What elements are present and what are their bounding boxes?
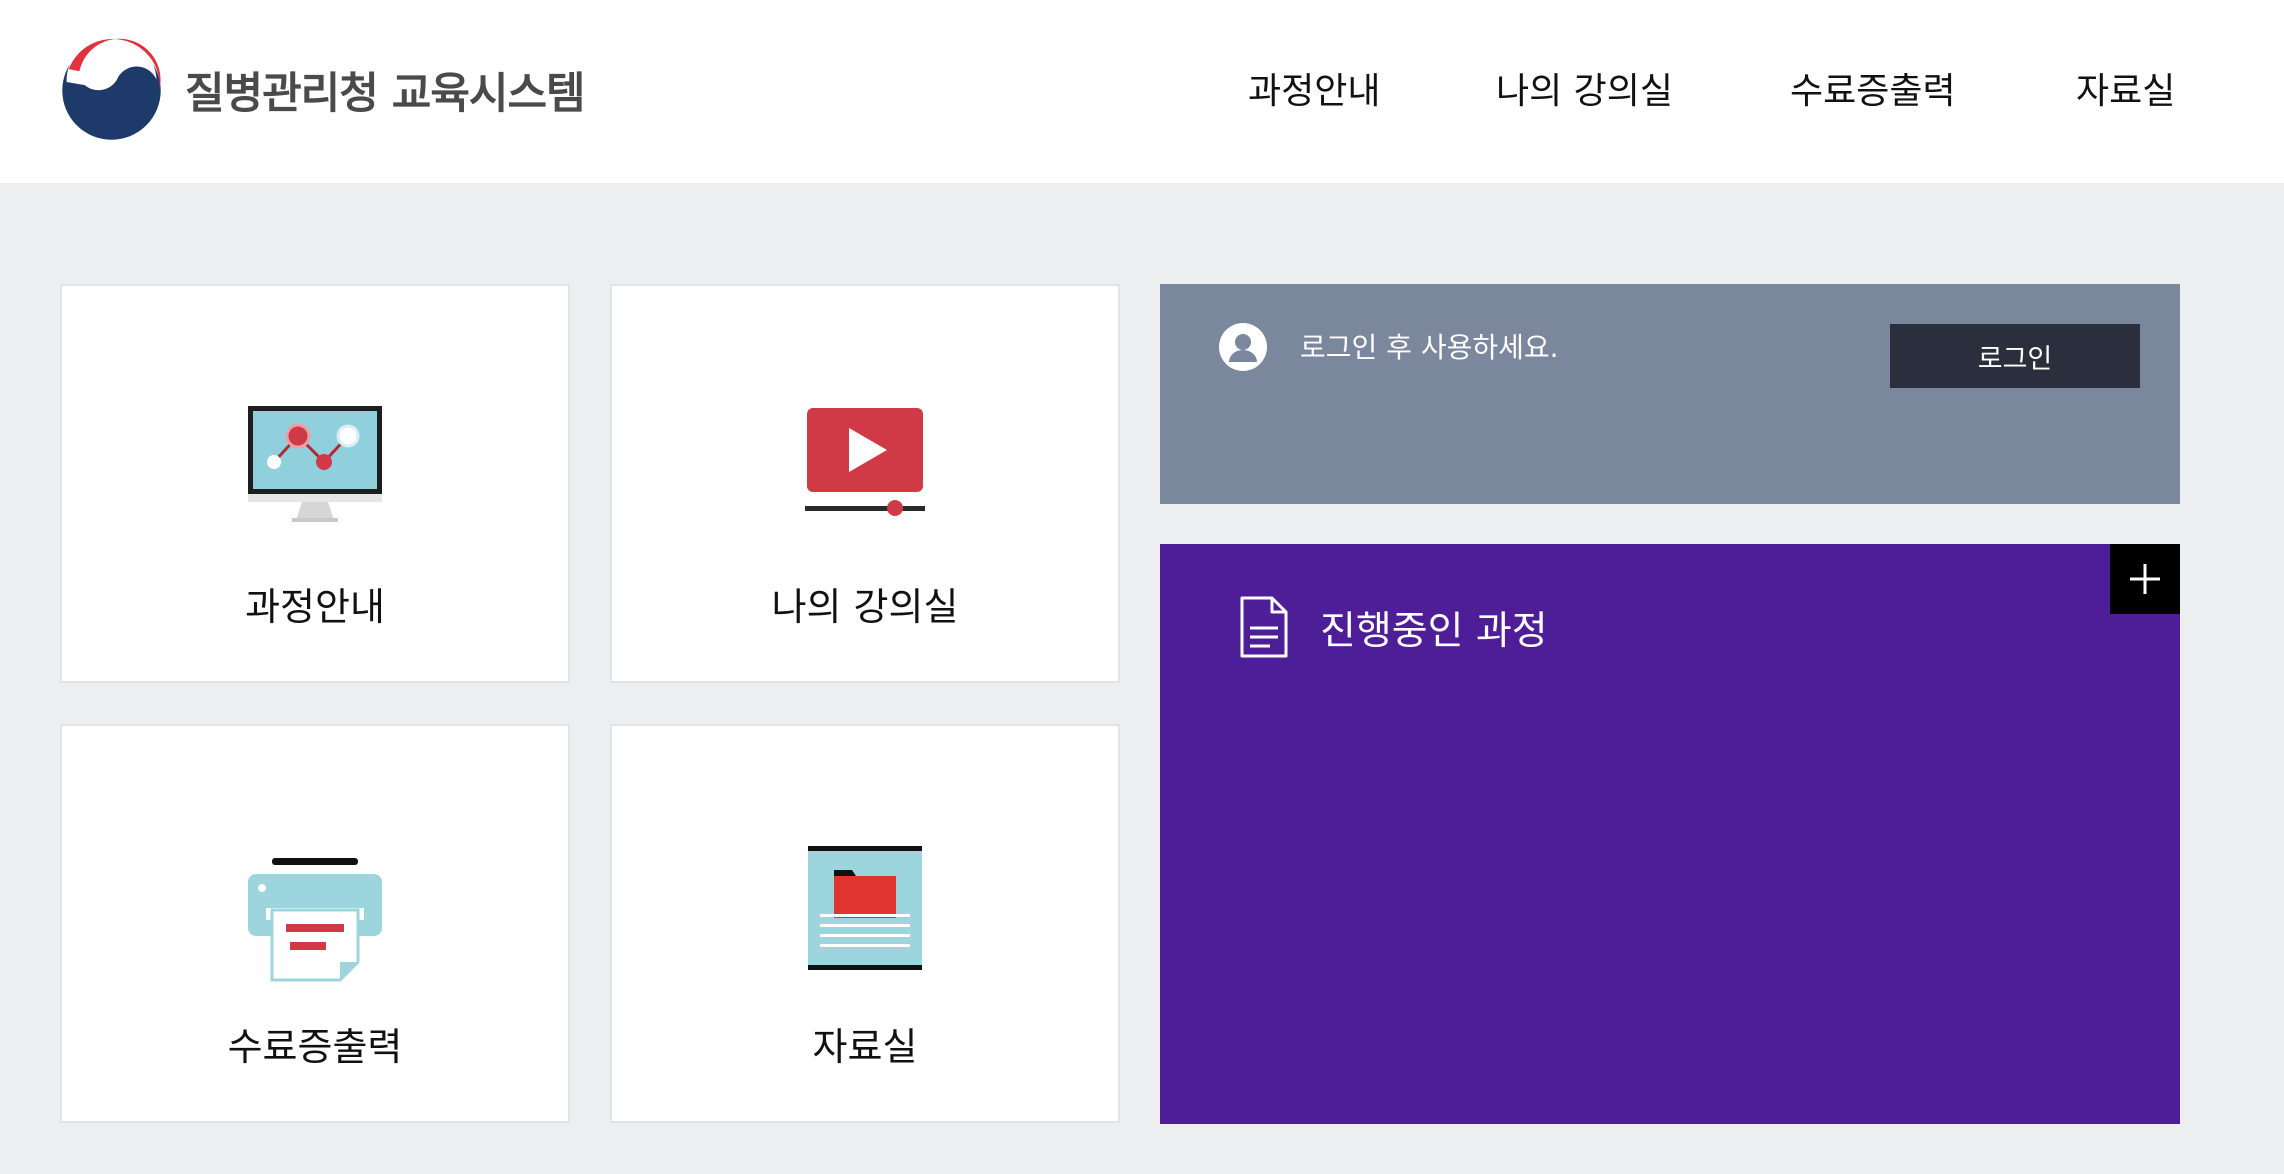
tile-certificate-print[interactable]: 수료증출력 — [60, 724, 570, 1123]
video-play-icon — [805, 408, 925, 516]
tile-course-info[interactable]: 과정안내 — [60, 284, 570, 683]
header: 질병관리청 교육시스템 과정안내 나의 강의실 수료증출력 자료실 — [0, 0, 2284, 183]
tile-label: 나의 강의실 — [771, 585, 959, 629]
nav-resources[interactable]: 자료실 — [2076, 62, 2175, 114]
logo-text: 질병관리청 교육시스템 — [185, 69, 586, 119]
plus-icon — [2130, 564, 2160, 594]
tile-label: 수료증출력 — [227, 1025, 403, 1069]
monitor-chart-icon — [248, 406, 382, 522]
tile-label: 과정안내 — [245, 585, 385, 629]
more-courses-button[interactable] — [2110, 544, 2180, 614]
course-panel-title: 진행중인 과정 — [1320, 609, 1548, 654]
login-panel: 로그인 후 사용하세요. 로그인 — [1160, 284, 2180, 504]
document-icon — [1240, 596, 1288, 658]
nav-course-info[interactable]: 과정안내 — [1248, 62, 1380, 114]
nav-certificate-print[interactable]: 수료증출력 — [1790, 62, 1956, 114]
user-avatar-icon — [1219, 323, 1267, 371]
taegeuk-logo-icon — [62, 36, 161, 140]
tile-my-classroom[interactable]: 나의 강의실 — [610, 284, 1120, 683]
main-nav: 과정안내 나의 강의실 수료증출력 자료실 — [1200, 62, 2180, 122]
site-logo[interactable]: 질병관리청 교육시스템 — [58, 36, 586, 144]
tile-resources[interactable]: 자료실 — [610, 724, 1120, 1123]
in-progress-course-panel: 진행중인 과정 — [1160, 544, 2180, 1124]
printer-icon — [248, 858, 382, 982]
tile-label: 자료실 — [812, 1025, 918, 1069]
folder-document-icon — [808, 846, 922, 970]
login-button[interactable]: 로그인 — [1890, 324, 2140, 388]
nav-my-classroom[interactable]: 나의 강의실 — [1496, 62, 1673, 114]
login-message: 로그인 후 사용하세요. — [1300, 331, 1559, 364]
